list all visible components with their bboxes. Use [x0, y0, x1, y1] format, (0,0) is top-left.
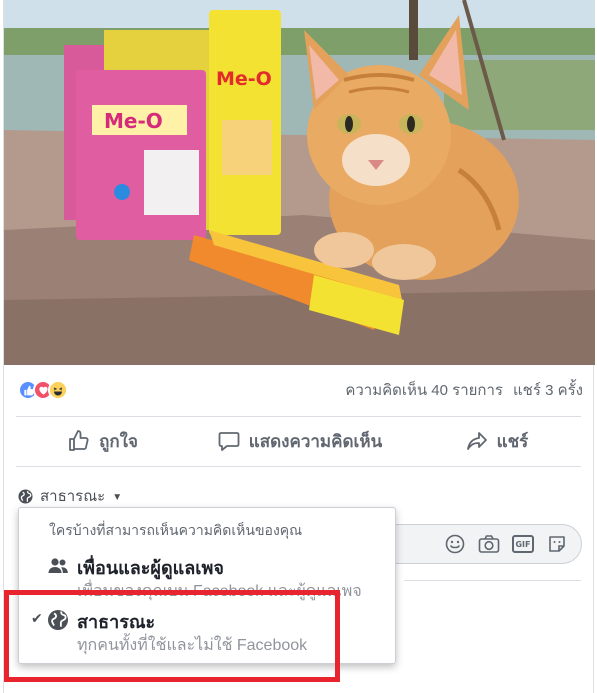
comment-label: แสดงความคิดเห็น — [248, 431, 383, 451]
gif-icon[interactable]: GIF — [511, 532, 535, 556]
emoji-icon[interactable] — [443, 532, 467, 556]
friends-icon — [48, 558, 68, 573]
post-photo[interactable]: Me-O Me-O — [4, 0, 595, 365]
divider — [404, 580, 581, 581]
highlight-annotation — [4, 590, 340, 682]
like-label: ถูกใจ — [99, 431, 138, 451]
shares-count-link[interactable]: แชร์ 3 ครั้ง — [513, 378, 583, 402]
camera-icon[interactable] — [477, 532, 501, 556]
globe-icon — [18, 488, 33, 504]
divider — [16, 466, 581, 467]
brand-text-pouch: Me-O — [104, 109, 163, 133]
brand-text-packet: Me-O — [216, 68, 272, 90]
sticker-icon[interactable] — [545, 532, 569, 556]
audience-menu-title: ใครบ้างที่สามารถเห็นความคิดเห็นของคุณ — [49, 522, 303, 538]
comments-count-link[interactable]: ความคิดเห็น 40 รายการ — [345, 378, 503, 402]
divider — [16, 416, 581, 417]
thumbs-up-outline-icon — [69, 430, 89, 451]
caret-down-icon: ▼ — [112, 491, 123, 503]
comment-bubble-icon — [218, 432, 240, 451]
option-name: เพื่อนและผู้ดูแลเพจ — [77, 558, 224, 578]
reactions-summary: ความคิดเห็น 40 รายการ แชร์ 3 ครั้ง — [4, 365, 595, 415]
share-label: แชร์ — [496, 431, 529, 451]
post-photo-illustration: Me-O Me-O — [4, 0, 595, 365]
audience-selector[interactable]: สาธารณะ ▼ — [18, 484, 122, 508]
share-arrow-icon — [466, 432, 487, 450]
laugh-icon — [48, 380, 68, 400]
like-button[interactable]: ถูกใจ — [4, 418, 201, 464]
audience-selector-label: สาธารณะ — [40, 488, 106, 505]
post-action-bar: ถูกใจ แสดงความคิดเห็น แชร์ — [4, 418, 595, 464]
reaction-stats: ความคิดเห็น 40 รายการ แชร์ 3 ครั้ง — [345, 378, 583, 402]
reaction-icons[interactable] — [18, 380, 68, 400]
share-button[interactable]: แชร์ — [398, 418, 595, 464]
comment-button[interactable]: แสดงความคิดเห็น — [201, 418, 398, 464]
gif-label: GIF — [512, 535, 534, 553]
